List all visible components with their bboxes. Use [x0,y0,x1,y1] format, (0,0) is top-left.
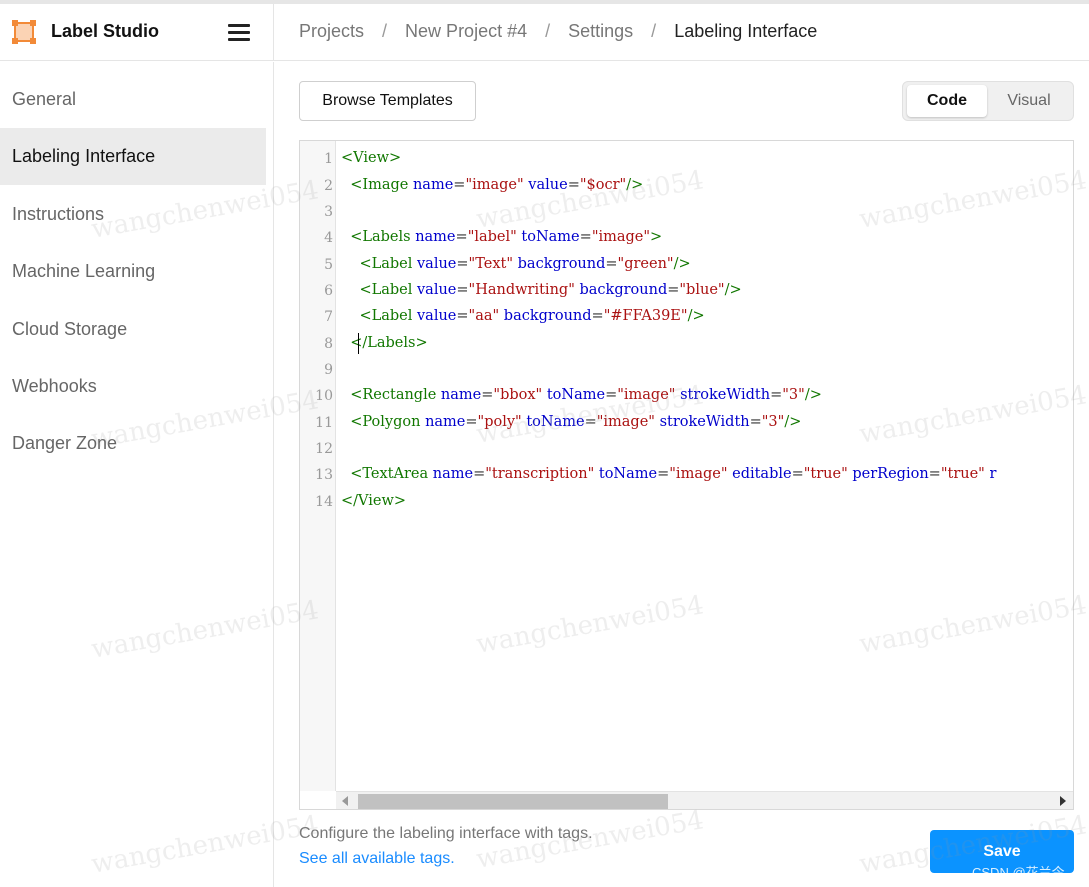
editor-mode-toggle: Code Visual [902,81,1074,121]
sidebar-item-cloud-storage[interactable]: Cloud Storage [0,301,266,358]
tab-visual[interactable]: Visual [989,85,1069,117]
line-number: 1 [324,151,333,167]
code-line: <Labels name="label" toName="image"> [350,229,663,245]
brand: Label Studio [0,4,274,61]
line-number-gutter: 1 2 3 4 5 6 7 8 9 10 11 12 13 14 [300,141,336,791]
code-line: </Labels> [350,335,428,351]
line-number: 6 [324,283,333,299]
line-number: 8 [324,336,333,352]
sidebar-item-general[interactable]: General [0,71,266,128]
line-number: 4 [324,230,333,246]
breadcrumb-separator: / [545,21,551,41]
line-number: 7 [324,309,333,325]
line-number: 5 [324,257,333,273]
horizontal-scrollbar[interactable] [336,791,1073,809]
code-line: <Label value="aa" background="#FFA39E"/> [359,308,705,324]
menu-hamburger-icon[interactable] [228,24,250,41]
code-line: <TextArea name="transcription" toName="i… [350,466,997,482]
breadcrumb-projects[interactable]: Projects [299,21,364,42]
line-number: 11 [315,415,333,431]
code-line: <Label value="Handwriting" background="b… [359,282,742,298]
scroll-right-icon[interactable] [1060,796,1066,806]
text-cursor [358,333,359,354]
sidebar-item-webhooks[interactable]: Webhooks [0,358,266,415]
browse-templates-button[interactable]: Browse Templates [299,81,476,121]
code-line: <View> [341,150,402,166]
sidebar-item-machine-learning[interactable]: Machine Learning [0,243,266,300]
line-number: 2 [324,178,333,194]
code-line: <Image name="image" value="$ocr"/> [350,177,644,193]
breadcrumb-current: Labeling Interface [674,21,818,41]
tab-code[interactable]: Code [907,85,987,117]
label-studio-logo-icon [12,20,36,44]
code-line: </View> [341,493,407,509]
sidebar-item-instructions[interactable]: Instructions [0,186,266,243]
line-number: 13 [315,467,333,483]
line-number: 14 [315,494,333,510]
code-line: <Label value="Text" background="green"/> [359,256,691,272]
breadcrumb: Projects / New Project #4 / Settings / L… [299,21,817,42]
line-number: 12 [315,441,333,457]
scrollbar-thumb[interactable] [358,794,668,809]
breadcrumb-project[interactable]: New Project #4 [405,21,527,42]
see-tags-link[interactable]: See all available tags. [299,850,455,868]
breadcrumb-separator: / [651,21,657,41]
line-number: 10 [315,388,333,404]
scroll-left-icon[interactable] [342,796,348,806]
code-line: <Rectangle name="bbox" toName="image" st… [350,387,822,403]
csdn-credit: CSDN @花兰今 [972,865,1065,880]
app-name: Label Studio [51,21,159,41]
configure-hint: Configure the labeling interface with ta… [299,825,593,842]
settings-sidebar: General Labeling Interface Instructions … [0,62,274,887]
line-number: 9 [324,362,333,378]
code-editor[interactable]: 1 2 3 4 5 6 7 8 9 10 11 12 13 14 <View> … [299,140,1074,810]
breadcrumb-settings[interactable]: Settings [568,21,633,42]
code-line: <Polygon name="poly" toName="image" stro… [350,414,802,430]
sidebar-item-danger-zone[interactable]: Danger Zone [0,415,266,472]
sidebar-item-labeling-interface[interactable]: Labeling Interface [0,128,266,185]
breadcrumb-separator: / [382,21,388,41]
app-header: Label Studio Projects / New Project #4 /… [0,4,1089,61]
line-number: 3 [324,204,333,220]
